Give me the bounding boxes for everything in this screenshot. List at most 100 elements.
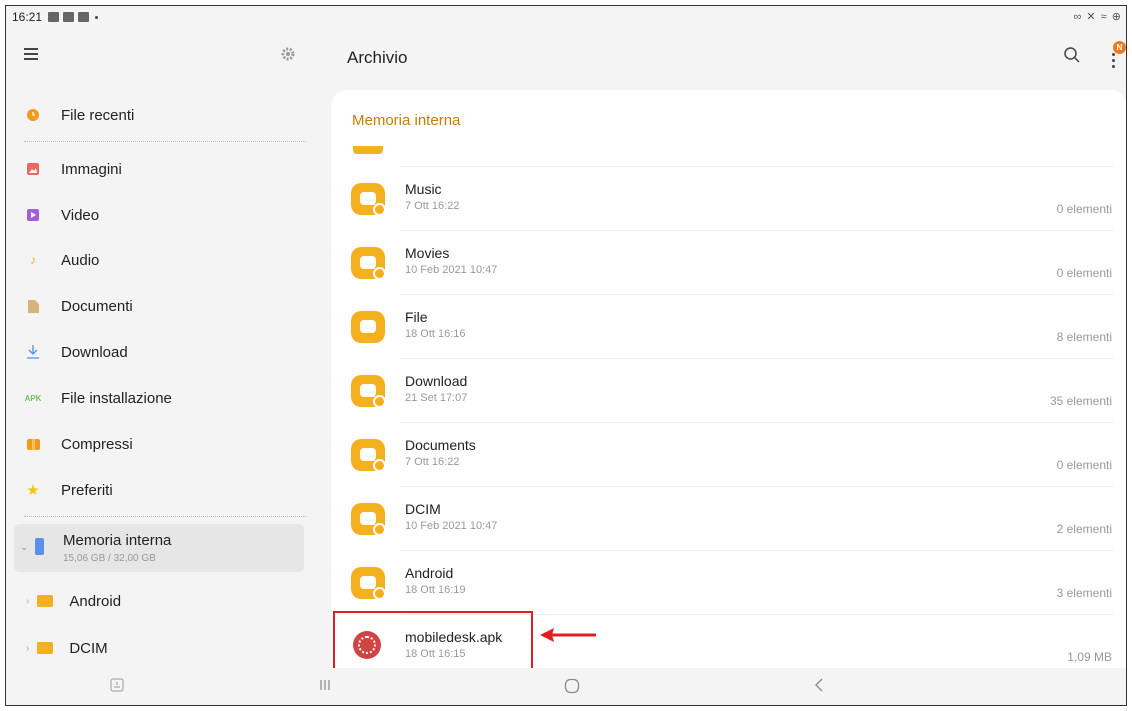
sidebar-item-label: Audio [61, 251, 100, 269]
status-bar: 16:21 ∞ ✕ ≈ ⊕ [6, 6, 1126, 28]
download-icon [373, 395, 386, 408]
file-count: 0 elementi [1056, 202, 1112, 216]
document-icon [26, 299, 40, 313]
folder-icon [351, 181, 386, 216]
sidebar: File recenti Immagini Video ♪ Audio Docu… [6, 28, 316, 668]
file-row-download[interactable]: Download 21 Set 17:07 35 elementi [331, 359, 1126, 422]
file-count: 3 elementi [1056, 586, 1112, 600]
file-count: 35 elementi [1049, 394, 1112, 408]
sidebar-item-recent[interactable]: File recenti [16, 95, 306, 135]
sidebar-item-label: Compressi [61, 435, 133, 453]
more-options-icon[interactable]: N [1104, 41, 1126, 70]
folder-icon [351, 437, 386, 472]
archive-icon [26, 437, 40, 451]
file-row-music[interactable]: Music 7 Ott 16:22 0 elementi [331, 167, 1126, 230]
main-panel: Archivio N Memoria interna Music 7 Ott 1… [316, 28, 1126, 675]
file-date: 21 Set 17:07 [405, 392, 468, 404]
folder-icon [37, 595, 54, 607]
music-note-icon [373, 203, 386, 216]
search-icon[interactable] [1063, 46, 1081, 64]
gallery-notification-icon [63, 12, 75, 22]
sidebar-item-images[interactable]: Immagini [16, 149, 306, 189]
video-icon [26, 208, 40, 222]
sidebar-item-documents[interactable]: Documenti [16, 286, 306, 326]
file-name: Music [405, 181, 442, 197]
star-icon: ★ [26, 482, 40, 499]
more-notifications-dot-icon [95, 15, 99, 19]
home-icon[interactable] [564, 678, 580, 699]
file-count: 0 elementi [1056, 458, 1112, 472]
file-date: 18 Ott 16:19 [405, 584, 466, 596]
sidebar-divider [24, 516, 306, 517]
folder-icon [351, 373, 386, 408]
file-list-card: Memoria interna Music 7 Ott 16:22 0 elem… [331, 90, 1126, 675]
sidebar-item-label: Preferiti [61, 481, 113, 499]
folder-icon [351, 501, 386, 536]
file-date: 10 Feb 2021 10:47 [405, 520, 498, 532]
sidebar-item-internal-storage[interactable]: ⌄ Memoria interna 15,06 GB / 32,00 GB [14, 524, 304, 572]
recent-apps-icon[interactable] [319, 678, 331, 697]
back-icon[interactable] [814, 678, 824, 697]
download-icon [26, 345, 40, 359]
folder-icon [353, 146, 383, 154]
play-icon [373, 267, 386, 280]
gear-icon [373, 587, 386, 600]
image-icon [26, 162, 40, 176]
menu-icon[interactable] [24, 48, 38, 60]
sidebar-item-favorites[interactable]: ★ Preferiti [16, 470, 306, 510]
file-row-movies[interactable]: Movies 10 Feb 2021 10:47 0 elementi [331, 231, 1126, 294]
annotation-highlight-box [333, 611, 533, 673]
file-date: 7 Ott 16:22 [405, 200, 460, 212]
file-row-documents[interactable]: Documents 7 Ott 16:22 0 elementi [331, 423, 1126, 486]
sidebar-header [6, 28, 316, 84]
sidebar-item-audio[interactable]: ♪ Audio [16, 240, 306, 280]
file-name: Download [405, 373, 468, 389]
annotation-arrow-icon [540, 628, 596, 642]
sidebar-item-label: Immagini [61, 160, 122, 178]
folder-icon [37, 642, 54, 654]
file-name: DCIM [405, 501, 441, 517]
phone-storage-icon [35, 538, 44, 555]
file-size: 1,09 MB [1067, 650, 1112, 664]
status-right-icons: ∞ ✕ ≈ ⊕ [1073, 11, 1122, 23]
sidebar-item-label: Video [61, 206, 100, 224]
camera-icon [373, 523, 386, 536]
file-row-dcim[interactable]: DCIM 10 Feb 2021 10:47 2 elementi [331, 487, 1126, 550]
file-row-file[interactable]: File 18 Ott 16:16 8 elementi [331, 295, 1126, 358]
notification-icon [48, 12, 60, 22]
chevron-right-icon[interactable]: › [26, 643, 29, 654]
sidebar-item-download[interactable]: Download [16, 332, 306, 372]
settings-gear-icon[interactable] [280, 46, 296, 62]
section-title: Memoria interna [352, 112, 461, 129]
tree-item-dcim[interactable]: › DCIM [26, 633, 108, 663]
music-icon: ♪ [30, 253, 36, 267]
sidebar-item-label: Documenti [61, 297, 133, 315]
image-notification-icon [78, 12, 90, 22]
file-count: 2 elementi [1056, 522, 1112, 536]
chevron-right-icon[interactable]: › [26, 596, 29, 607]
sidebar-item-apk[interactable]: APK File installazione [16, 378, 306, 418]
file-date: 7 Ott 16:22 [405, 456, 460, 468]
sidebar-item-label: File recenti [61, 106, 135, 124]
folder-icon [351, 565, 386, 600]
tablet-screen: 16:21 ∞ ✕ ≈ ⊕ File recenti Immagini Vide… [5, 5, 1127, 706]
tree-item-label: Android [69, 592, 122, 610]
notification-badge: N [1113, 41, 1126, 54]
file-row-android[interactable]: Android 18 Ott 16:19 3 elementi [331, 551, 1126, 614]
document-icon [373, 459, 386, 472]
file-count: 8 elementi [1056, 330, 1112, 344]
file-name: Documents [405, 437, 476, 453]
page-title: Archivio [347, 48, 408, 67]
status-time: 16:21 [12, 10, 43, 24]
file-name: File [405, 309, 428, 325]
chevron-down-icon[interactable]: ⌄ [20, 542, 28, 553]
file-name: Movies [405, 245, 450, 261]
apk-icon: APK [24, 393, 42, 403]
sidebar-item-video[interactable]: Video [16, 195, 306, 235]
keyboard-toggle-icon[interactable] [110, 678, 124, 697]
sidebar-divider [24, 141, 306, 142]
sidebar-item-compressed[interactable]: Compressi [16, 424, 306, 464]
system-navigation-bar [6, 668, 1126, 705]
storage-label: Memoria interna [63, 532, 172, 549]
tree-item-android[interactable]: › Android [26, 586, 121, 616]
